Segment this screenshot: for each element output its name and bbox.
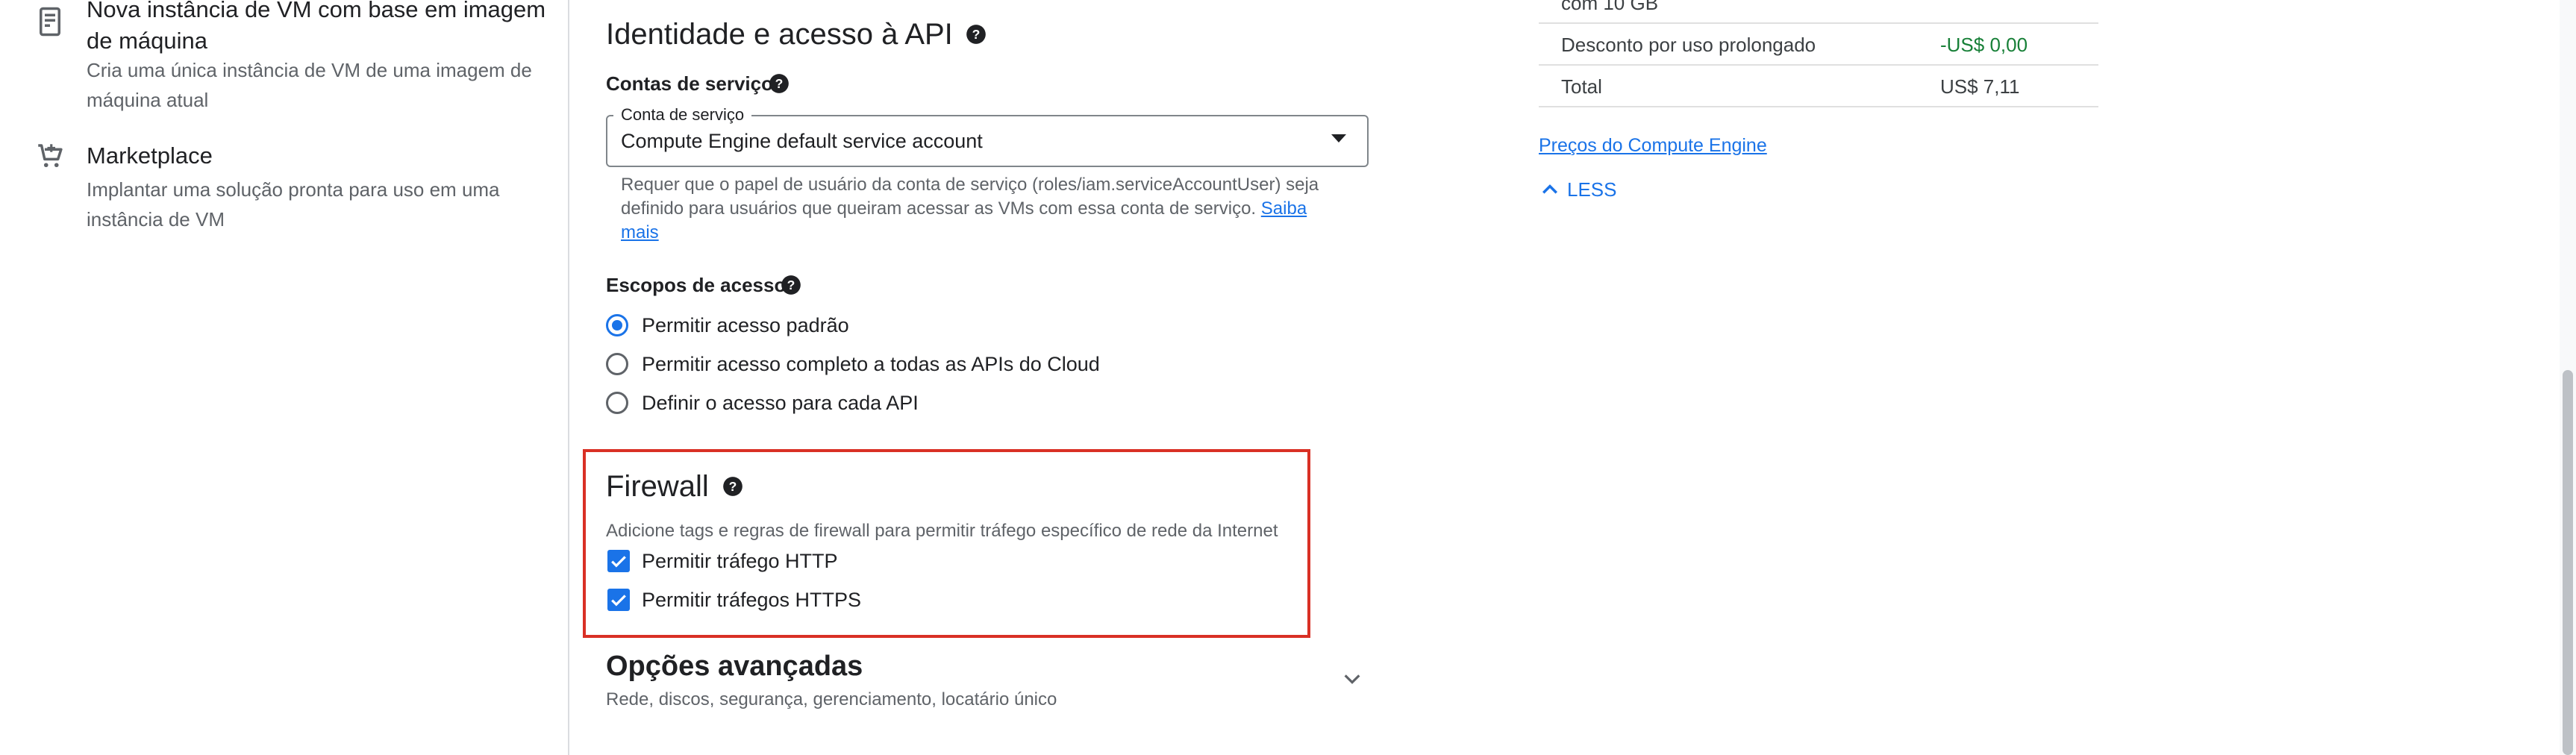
- check-icon: [611, 595, 626, 607]
- column-divider: [568, 0, 569, 755]
- compute-engine-pricing-link[interactable]: Preços do Compute Engine: [1539, 133, 1767, 158]
- allow-https-checkbox[interactable]: [607, 589, 630, 611]
- svg-text:?: ?: [775, 76, 784, 91]
- service-account-hint-text: Requer que o papel de usuário da conta d…: [621, 175, 1319, 219]
- allow-http-label[interactable]: Permitir tráfego HTTP: [642, 548, 838, 574]
- less-button-label: LESS: [1567, 178, 1617, 201]
- service-account-hint: Requer que o papel de usuário da conta d…: [621, 173, 1330, 245]
- cart-icon: [34, 140, 66, 172]
- scope-default-radio[interactable]: [606, 314, 628, 336]
- pricing-row-label: Desconto por uso prolongado: [1561, 34, 1816, 56]
- machine-image-icon: [34, 6, 66, 37]
- allow-http-checkbox[interactable]: [607, 550, 630, 572]
- scope-full-label[interactable]: Permitir acesso completo a todas as APIs…: [642, 351, 1100, 378]
- advanced-options-title[interactable]: Opções avançadas: [606, 648, 863, 685]
- check-icon: [611, 556, 626, 568]
- less-button[interactable]: LESS: [1539, 175, 1617, 204]
- firewall-section-title: Firewall: [606, 470, 709, 503]
- service-account-field-label: Conta de serviço: [613, 104, 752, 125]
- pricing-row-value: -US$ 0,00: [1940, 34, 2028, 56]
- access-scopes-label: Escopos de acesso: [606, 274, 787, 296]
- svg-text:?: ?: [787, 278, 795, 292]
- page-scrollbar-thumb[interactable]: [2563, 370, 2573, 755]
- service-accounts-label: Contas de serviço: [606, 72, 773, 95]
- pricing-row-value: US$ 7,11: [1940, 75, 2020, 98]
- allow-https-label[interactable]: Permitir tráfegos HTTPS: [642, 586, 861, 613]
- marketplace-option-title[interactable]: Marketplace: [87, 140, 594, 172]
- firewall-help-icon[interactable]: ?: [722, 476, 743, 497]
- advanced-options-description: Rede, discos, segurança, gerenciamento, …: [606, 689, 1057, 709]
- pricing-partial-row: com 10 GB: [1561, 0, 1659, 14]
- pricing-row-total: Total US$ 7,11: [1539, 66, 2098, 107]
- chevron-down-icon[interactable]: [1340, 667, 1364, 691]
- identity-section-title: Identidade e acesso à API: [606, 18, 953, 51]
- svg-text:?: ?: [729, 479, 737, 494]
- svg-text:?: ?: [972, 27, 981, 42]
- machine-image-option-description: Cria uma única instância de VM de uma im…: [87, 59, 532, 111]
- pricing-row-label: Total: [1561, 75, 1602, 98]
- pricing-row-discount: Desconto por uso prolongado -US$ 0,00: [1539, 24, 2098, 66]
- service-accounts-help-icon[interactable]: ?: [769, 73, 790, 94]
- access-scopes-help-icon[interactable]: ?: [781, 275, 801, 295]
- firewall-description: Adicione tags e regras de firewall para …: [606, 521, 1278, 541]
- machine-image-option-title[interactable]: Nova instância de VM com base em imagem …: [87, 0, 549, 57]
- marketplace-option-description: Implantar uma solução pronta para uso em…: [87, 178, 500, 231]
- scope-custom-label[interactable]: Definir o acesso para cada API: [642, 389, 919, 416]
- chevron-up-icon: [1542, 184, 1557, 194]
- scope-default-label[interactable]: Permitir acesso padrão: [642, 312, 849, 339]
- dropdown-arrow-icon[interactable]: [1331, 134, 1346, 142]
- identity-help-icon[interactable]: ?: [966, 24, 987, 45]
- scope-custom-radio[interactable]: [606, 392, 628, 414]
- service-account-value: Compute Engine default service account: [621, 130, 983, 152]
- scope-full-radio[interactable]: [606, 353, 628, 375]
